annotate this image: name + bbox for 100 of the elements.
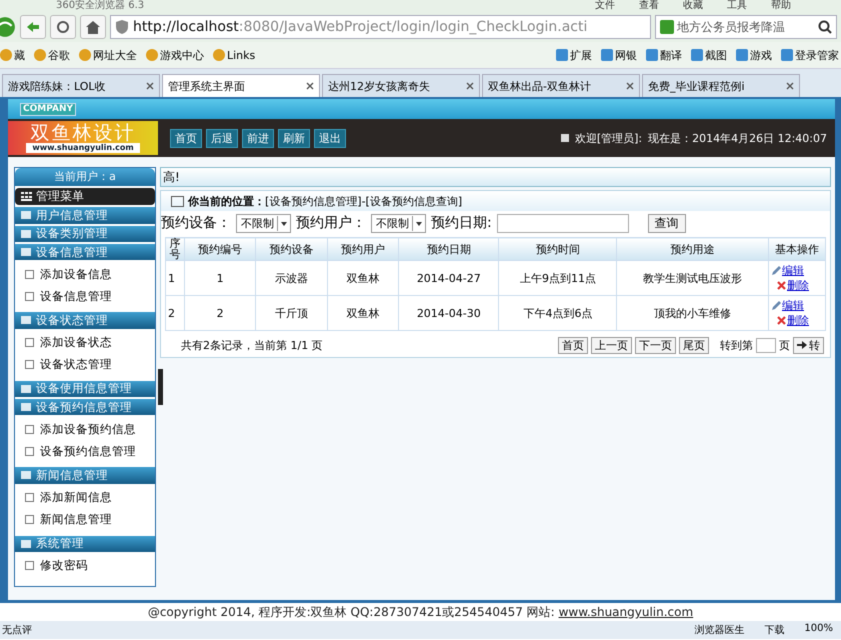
search-icon: [818, 20, 832, 34]
item-icon: [25, 270, 34, 279]
arrow-icon: [797, 341, 807, 349]
menu-item[interactable]: 工具: [727, 0, 747, 12]
nav-button[interactable]: 刷新: [278, 128, 310, 148]
item-icon: [25, 424, 34, 434]
pencil-icon: [771, 266, 781, 276]
query-button[interactable]: 查询: [648, 214, 686, 232]
site-link[interactable]: www.shuangyulin.com: [558, 605, 694, 619]
browser-tab[interactable]: 管理系统主界面: [162, 74, 320, 97]
welcome-text: 欢迎[管理员]:: [574, 130, 642, 146]
item-icon: [25, 338, 34, 348]
close-icon[interactable]: [466, 82, 474, 90]
filter-label: 预约日期:: [431, 214, 492, 232]
tab-title: 双鱼林出品-双鱼林计: [488, 78, 591, 94]
menu-item[interactable]: 设备信息管理: [15, 285, 155, 308]
refresh-button[interactable]: [50, 15, 76, 39]
page-unit: 页: [779, 338, 790, 352]
column-header: 预约用户: [327, 238, 399, 260]
table-cell: 下午4点到6点: [498, 296, 617, 330]
nav-button[interactable]: 首页: [170, 128, 202, 148]
menu-item[interactable]: 添加设备状态: [15, 332, 155, 354]
menu-item[interactable]: 添加设备信息: [15, 263, 155, 286]
pager-button[interactable]: 首页: [558, 336, 588, 354]
pager-button[interactable]: 下一页: [635, 336, 676, 354]
group-icon: [21, 540, 31, 548]
goto-button[interactable]: 转: [793, 336, 824, 354]
logo-url: www.shuangyulin.com: [26, 143, 140, 153]
address-field[interactable]: http://localhost:8080/JavaWebProject/login/login_CheckLogin.acti: [110, 15, 651, 39]
bookmark-item[interactable]: 游戏中心: [146, 48, 204, 62]
menu-group[interactable]: 系统管理: [15, 536, 155, 552]
action-link[interactable]: 编辑: [782, 263, 804, 278]
collapse-handle[interactable]: [158, 369, 163, 405]
search-field[interactable]: 地方公务员报考降温: [655, 15, 837, 39]
menu-item[interactable]: 修改密码: [15, 554, 155, 577]
toolbar-item[interactable]: 登录管家: [781, 48, 839, 62]
page-field[interactable]: [756, 338, 776, 352]
menu-title: 管理菜单: [36, 188, 84, 206]
table-cell: 1: [166, 260, 184, 296]
table-cell: 双鱼林: [327, 296, 399, 330]
item-icon: [25, 360, 34, 370]
menu-item[interactable]: 查看: [639, 0, 659, 12]
menu-item[interactable]: 帮助: [771, 0, 791, 12]
nav-button[interactable]: 前进: [242, 128, 274, 148]
menu-group[interactable]: 设备信息管理: [15, 244, 155, 260]
status-item[interactable]: 下载: [764, 623, 784, 637]
menu-item[interactable]: 添加设备预约信息: [15, 418, 155, 440]
menu-group[interactable]: 新闻信息管理: [15, 467, 155, 484]
menu-item[interactable]: 添加新闻信息: [15, 486, 155, 509]
menu-group[interactable]: 设备预约信息管理: [15, 398, 155, 416]
column-header: 预约时间: [498, 238, 617, 260]
browser-tab[interactable]: 达州12岁女孩离奇失: [322, 74, 480, 97]
browser-tab[interactable]: 游戏陪练妹：LOL收: [2, 74, 160, 97]
menu-group[interactable]: 设备使用信息管理: [15, 380, 155, 397]
menu-group[interactable]: 设备类别管理: [15, 226, 155, 242]
action-link[interactable]: 编辑: [782, 298, 804, 313]
shield-icon: [116, 20, 128, 34]
table-cell: 双鱼林: [327, 260, 399, 296]
menu-group[interactable]: 用户信息管理: [15, 207, 155, 224]
back-button[interactable]: [20, 15, 46, 39]
close-icon[interactable]: [146, 82, 154, 90]
item-icon: [25, 515, 34, 524]
home-button[interactable]: [80, 15, 106, 39]
date-field[interactable]: [496, 214, 629, 232]
action-link[interactable]: 删除: [787, 278, 809, 293]
column-header: 预约用途: [616, 238, 768, 260]
pager-button[interactable]: 尾页: [679, 336, 709, 354]
toolbar-item[interactable]: 翻译: [646, 48, 682, 62]
toolbar-item[interactable]: 游戏: [736, 48, 772, 62]
browser-tab[interactable]: 双鱼林出品-双鱼林计: [482, 74, 640, 97]
close-icon[interactable]: [786, 82, 794, 90]
nav-button[interactable]: 退出: [314, 128, 346, 148]
toolbar-item[interactable]: 网银: [601, 48, 637, 62]
menu-item[interactable]: 收藏: [683, 0, 703, 12]
action-link[interactable]: 删除: [787, 313, 809, 328]
back-arrow-icon: [26, 21, 40, 33]
pager-button[interactable]: 上一页: [591, 336, 632, 354]
menu-group[interactable]: 设备状态管理: [15, 312, 155, 329]
menu-item[interactable]: 设备预约信息管理: [15, 440, 155, 462]
close-icon[interactable]: [626, 82, 634, 90]
toolbar-item[interactable]: 扩展: [556, 48, 592, 62]
bookmark-item[interactable]: Links: [213, 48, 256, 62]
date-time: 现在是：2014年4月26日 12:40:07: [648, 130, 827, 146]
bookmark-item[interactable]: 网址大全: [79, 48, 137, 62]
browser-tab[interactable]: 免费_毕业课程范例i: [642, 74, 800, 97]
group-icon: [21, 471, 31, 480]
filter-label: 预约设备：: [161, 214, 231, 232]
menu-item[interactable]: 设备状态管理: [15, 354, 155, 376]
toolbar-item[interactable]: 截图: [691, 48, 727, 62]
bookmark-item[interactable]: 藏: [0, 48, 25, 62]
home-icon: [86, 20, 100, 34]
select-field[interactable]: 不限制: [371, 214, 426, 232]
bookmark-item[interactable]: 谷歌: [34, 48, 70, 62]
nav-button[interactable]: 后退: [206, 128, 238, 148]
select-field[interactable]: 不限制: [236, 214, 291, 232]
close-icon[interactable]: [306, 82, 314, 90]
status-item[interactable]: 浏览器医生: [694, 623, 744, 637]
zoom-level[interactable]: 100%: [804, 623, 833, 637]
menu-item[interactable]: 新闻信息管理: [15, 508, 155, 531]
table-cell: 2014-04-30: [398, 296, 499, 330]
